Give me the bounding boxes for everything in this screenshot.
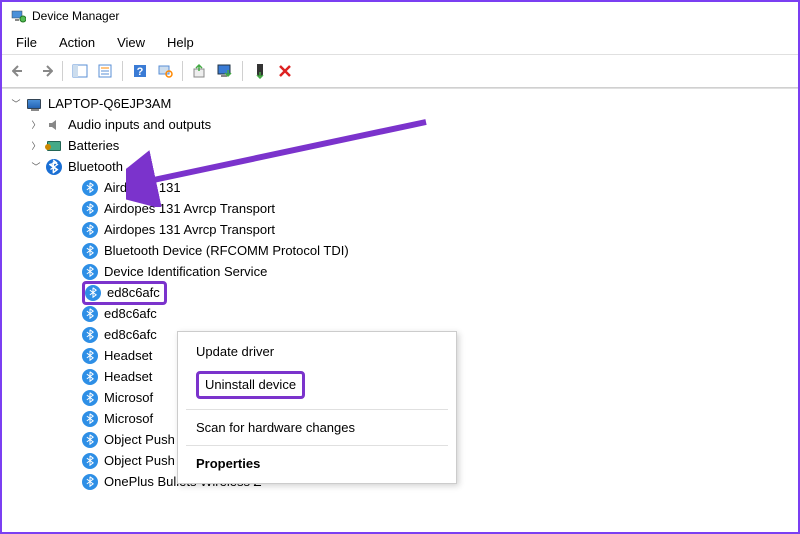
bluetooth-icon: [82, 222, 98, 238]
device-label: Microsof: [104, 411, 153, 426]
app-icon: [10, 8, 26, 24]
bluetooth-icon: [82, 453, 98, 469]
back-button[interactable]: [8, 59, 32, 83]
computer-icon: [26, 96, 42, 112]
bluetooth-icon: [85, 285, 101, 301]
menubar: File Action View Help: [2, 30, 798, 54]
uninstall-highlight: Uninstall device: [196, 371, 305, 399]
enable-device-button[interactable]: [248, 59, 272, 83]
separator: [62, 61, 63, 81]
chevron-down-icon[interactable]: ﹀: [10, 98, 22, 110]
separator: [182, 61, 183, 81]
device-label: Airdopes 131: [104, 180, 181, 195]
bluetooth-device[interactable]: Airdopes 131 Avrcp Transport: [2, 198, 798, 219]
help-button[interactable]: ?: [128, 59, 152, 83]
chevron-down-icon[interactable]: ﹀: [30, 161, 42, 173]
menu-help[interactable]: Help: [157, 33, 204, 52]
menu-view[interactable]: View: [107, 33, 155, 52]
menu-separator: [186, 445, 448, 446]
root-label: LAPTOP-Q6EJP3AM: [48, 96, 171, 111]
bluetooth-icon: [82, 432, 98, 448]
forward-button[interactable]: [33, 59, 57, 83]
titlebar: Device Manager: [2, 2, 798, 30]
bluetooth-device[interactable]: Airdopes 131 Avrcp Transport: [2, 219, 798, 240]
separator: [122, 61, 123, 81]
device-label: ed8c6afc: [104, 327, 157, 342]
separator: [242, 61, 243, 81]
bluetooth-device[interactable]: Device Identification Service: [2, 261, 798, 282]
selected-device-highlight: ed8c6afc: [82, 281, 167, 305]
menu-scan-hardware[interactable]: Scan for hardware changes: [178, 414, 456, 441]
category-label: Bluetooth: [68, 159, 123, 174]
update-driver-button[interactable]: [188, 59, 212, 83]
bluetooth-category-icon: [46, 159, 62, 175]
device-label: Headset: [104, 348, 152, 363]
category-audio[interactable]: 〉 Audio inputs and outputs: [2, 114, 798, 135]
scan-hardware-button[interactable]: [153, 59, 177, 83]
device-label: Headset: [104, 369, 152, 384]
menu-file[interactable]: File: [6, 33, 47, 52]
bluetooth-icon: [82, 348, 98, 364]
device-label: Device Identification Service: [104, 264, 267, 279]
bluetooth-icon: [82, 180, 98, 196]
menu-uninstall-device[interactable]: Uninstall device: [178, 365, 456, 405]
device-label: Airdopes 131 Avrcp Transport: [104, 201, 275, 216]
tree-root[interactable]: ﹀ LAPTOP-Q6EJP3AM: [2, 93, 798, 114]
bluetooth-icon: [82, 201, 98, 217]
category-batteries[interactable]: 〉 Batteries: [2, 135, 798, 156]
chevron-right-icon[interactable]: 〉: [30, 119, 42, 131]
category-bluetooth[interactable]: ﹀ Bluetooth: [2, 156, 798, 177]
bluetooth-icon: [82, 411, 98, 427]
device-monitor-button[interactable]: [213, 59, 237, 83]
category-label: Batteries: [68, 138, 119, 153]
menu-properties[interactable]: Properties: [178, 450, 456, 477]
bluetooth-device[interactable]: Airdopes 131: [2, 177, 798, 198]
uninstall-device-button[interactable]: [273, 59, 297, 83]
speaker-icon: [46, 117, 62, 133]
menu-update-driver[interactable]: Update driver: [178, 338, 456, 365]
menu-separator: [186, 409, 448, 410]
bluetooth-icon: [82, 390, 98, 406]
toolbar: ?: [2, 54, 798, 88]
battery-icon: [46, 138, 62, 154]
device-label: Microsof: [104, 390, 153, 405]
bluetooth-device[interactable]: ed8c6afc: [2, 282, 798, 303]
bluetooth-icon: [82, 243, 98, 259]
chevron-right-icon[interactable]: 〉: [30, 140, 42, 152]
window-title: Device Manager: [32, 9, 119, 23]
device-label: Airdopes 131 Avrcp Transport: [104, 222, 275, 237]
bluetooth-icon: [82, 474, 98, 490]
bluetooth-icon: [82, 306, 98, 322]
bluetooth-device[interactable]: Bluetooth Device (RFCOMM Protocol TDI): [2, 240, 798, 261]
properties-button[interactable]: [93, 59, 117, 83]
bluetooth-icon: [82, 264, 98, 280]
device-label: ed8c6afc: [107, 285, 160, 300]
device-label: Bluetooth Device (RFCOMM Protocol TDI): [104, 243, 349, 258]
category-label: Audio inputs and outputs: [68, 117, 211, 132]
device-label: ed8c6afc: [104, 306, 157, 321]
menu-action[interactable]: Action: [49, 33, 105, 52]
bluetooth-icon: [82, 369, 98, 385]
svg-text:?: ?: [137, 66, 144, 78]
context-menu: Update driver Uninstall device Scan for …: [177, 331, 457, 484]
bluetooth-icon: [82, 327, 98, 343]
bluetooth-device[interactable]: ed8c6afc: [2, 303, 798, 324]
show-hide-console-button[interactable]: [68, 59, 92, 83]
